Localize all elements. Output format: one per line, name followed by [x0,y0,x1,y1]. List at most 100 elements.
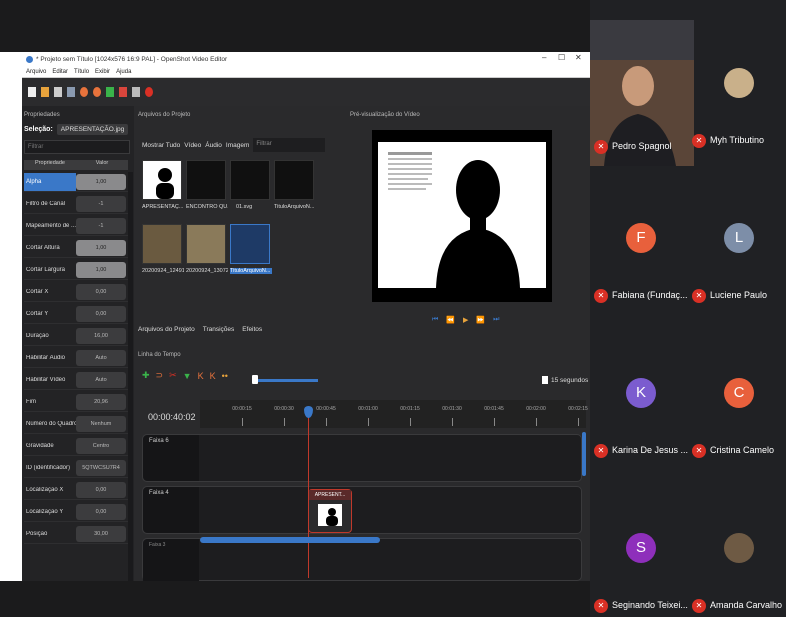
property-row[interactable]: ID (identificador) 5QTWCSU7R4 [24,458,128,478]
track-row[interactable]: Faixa 3 [142,538,582,581]
snap-icon[interactable]: ⊃ [156,370,164,381]
property-value[interactable]: 1,00 [76,173,126,190]
maximize-button[interactable]: ☐ [558,53,565,62]
tab-image[interactable]: Imagem [226,142,249,149]
minimize-button[interactable]: – [542,53,546,62]
file-thumb[interactable] [186,224,226,264]
property-value[interactable]: Nenhum [76,415,126,432]
property-row[interactable]: Alpha 1,00 [24,172,128,192]
property-value[interactable]: Auto [76,349,126,366]
property-value[interactable]: 0,00 [76,305,126,322]
property-row[interactable]: Habilitar Vídeo Auto [24,370,128,390]
participant-tile[interactable]: ✕ Myh Tributino [688,20,786,148]
profile-icon[interactable] [119,87,127,97]
tab-video[interactable]: Vídeo [184,142,201,149]
property-value[interactable]: 0,00 [76,481,126,498]
file-thumb[interactable] [142,224,182,264]
property-row[interactable]: Cortar Largura 1,00 [24,260,128,280]
menu-titulo[interactable]: Título [74,69,89,75]
participant-tile[interactable]: S ✕ Seginando Teixei... [590,485,688,613]
property-value[interactable]: -1 [76,195,126,212]
menu-ajuda[interactable]: Ajuda [116,69,131,75]
property-row[interactable]: Gravidade Centro [24,436,128,456]
property-row[interactable]: Habilitar Áudio Auto [24,348,128,368]
ruler-tick [536,418,537,426]
participant-tile[interactable]: F ✕ Fabiana (Fundaç... [590,175,688,303]
menu-arquivo[interactable]: Arquivo [26,69,46,75]
track-row[interactable]: Faixa 4 [142,486,582,534]
selection-dropdown[interactable]: APRESENTAÇÃO.jpg [56,123,129,135]
participant-tile[interactable]: ✕ Pedro Spagnol [590,20,694,166]
property-value[interactable]: 5QTWCSU7R4 [76,459,126,476]
previous-marker-icon[interactable]: K [198,371,204,381]
property-value[interactable]: 30,00 [76,525,126,542]
property-row[interactable]: Fim 20,96 [24,392,128,412]
tab-effects[interactable]: Efeitos [242,326,262,333]
timeline-clip[interactable]: APRESENT... [308,489,352,533]
save-as-icon[interactable] [67,87,75,97]
properties-scrollbar[interactable] [128,172,133,581]
redo-icon[interactable] [93,87,101,97]
property-value[interactable]: 0,00 [76,503,126,520]
new-file-icon[interactable] [28,87,36,97]
save-icon[interactable] [54,87,62,97]
next-marker-icon[interactable]: K [210,371,216,381]
property-value[interactable]: 16,00 [76,327,126,344]
file-thumb[interactable] [274,160,314,200]
fast-forward-icon[interactable]: ⏩ [476,316,485,324]
property-value[interactable]: Centro [76,437,126,454]
participant-tile[interactable]: C ✕ Cristina Camelo [688,330,786,458]
undo-icon[interactable] [80,87,88,97]
property-value[interactable]: -1 [76,217,126,234]
property-row[interactable]: Posição 30,00 [24,524,128,544]
timeline-horizontal-scrollbar[interactable] [200,537,380,543]
export-icon[interactable] [145,87,153,97]
zoom-slider[interactable] [258,379,318,382]
tab-transitions[interactable]: Transições [203,326,235,333]
timeline-ruler[interactable]: 00:00:15 00:00:30 00:00:45 00:01:00 00:01:15… [200,400,588,428]
tab-show-all[interactable]: Mostrar Tudo [142,142,180,149]
jump-end-icon[interactable]: ⏭ [493,316,499,324]
property-row[interactable]: Duração 16,00 [24,326,128,346]
participant-tile[interactable]: ✕ Amanda Carvalho [688,485,786,613]
file-thumb[interactable] [186,160,226,200]
property-value[interactable]: 0,00 [76,283,126,300]
property-row[interactable]: Cortar Altura 1,00 [24,238,128,258]
file-thumb[interactable] [230,160,270,200]
fullscreen-icon[interactable] [132,87,140,97]
files-filter-input[interactable]: Filtrar [253,138,326,152]
property-row[interactable]: Cortar X 0,00 [24,282,128,302]
participant-tile[interactable]: K ✕ Karina De Jesus ... [590,330,688,458]
center-playhead-icon[interactable]: •• [222,371,228,381]
property-row[interactable]: Mapeamento de ... -1 [24,216,128,236]
add-marker-icon[interactable]: ▼ [183,371,192,381]
timeline-vertical-scrollbar[interactable] [582,432,586,476]
play-icon[interactable]: ▶ [463,316,468,324]
file-thumb[interactable] [142,160,182,200]
properties-filter-input[interactable]: Filtrar [24,140,130,154]
property-value[interactable]: Auto [76,371,126,388]
import-icon[interactable] [106,87,114,97]
jump-start-icon[interactable]: ⏮ [432,316,438,324]
tab-audio[interactable]: Áudio [205,142,222,149]
track-row[interactable]: Faixa 6 [142,434,582,482]
property-value[interactable]: 1,00 [76,261,126,278]
menu-editar[interactable]: Editar [52,69,68,75]
property-row[interactable]: Localização X 0,00 [24,480,128,500]
property-row[interactable]: Localização Y 0,00 [24,502,128,522]
file-thumb-selected[interactable] [230,224,270,264]
participant-tile[interactable]: L ✕ Luciene Paulo [688,175,786,303]
razor-icon[interactable]: ✂ [169,370,177,381]
tab-project-files[interactable]: Arquivos do Projeto [138,326,195,333]
property-row[interactable]: Cortar Y 0,00 [24,304,128,324]
property-row[interactable]: Número do Quadro Nenhum [24,414,128,434]
property-value[interactable]: 1,00 [76,239,126,256]
zoom-handle-icon[interactable] [542,376,548,384]
property-value[interactable]: 20,96 [76,393,126,410]
rewind-icon[interactable]: ⏪ [446,316,455,324]
property-row[interactable]: Filtro de Canal -1 [24,194,128,214]
open-folder-icon[interactable] [41,87,49,97]
menu-exibir[interactable]: Exibir [95,69,110,75]
close-button[interactable]: ✕ [575,53,582,62]
add-track-icon[interactable]: ✚ [142,370,150,381]
